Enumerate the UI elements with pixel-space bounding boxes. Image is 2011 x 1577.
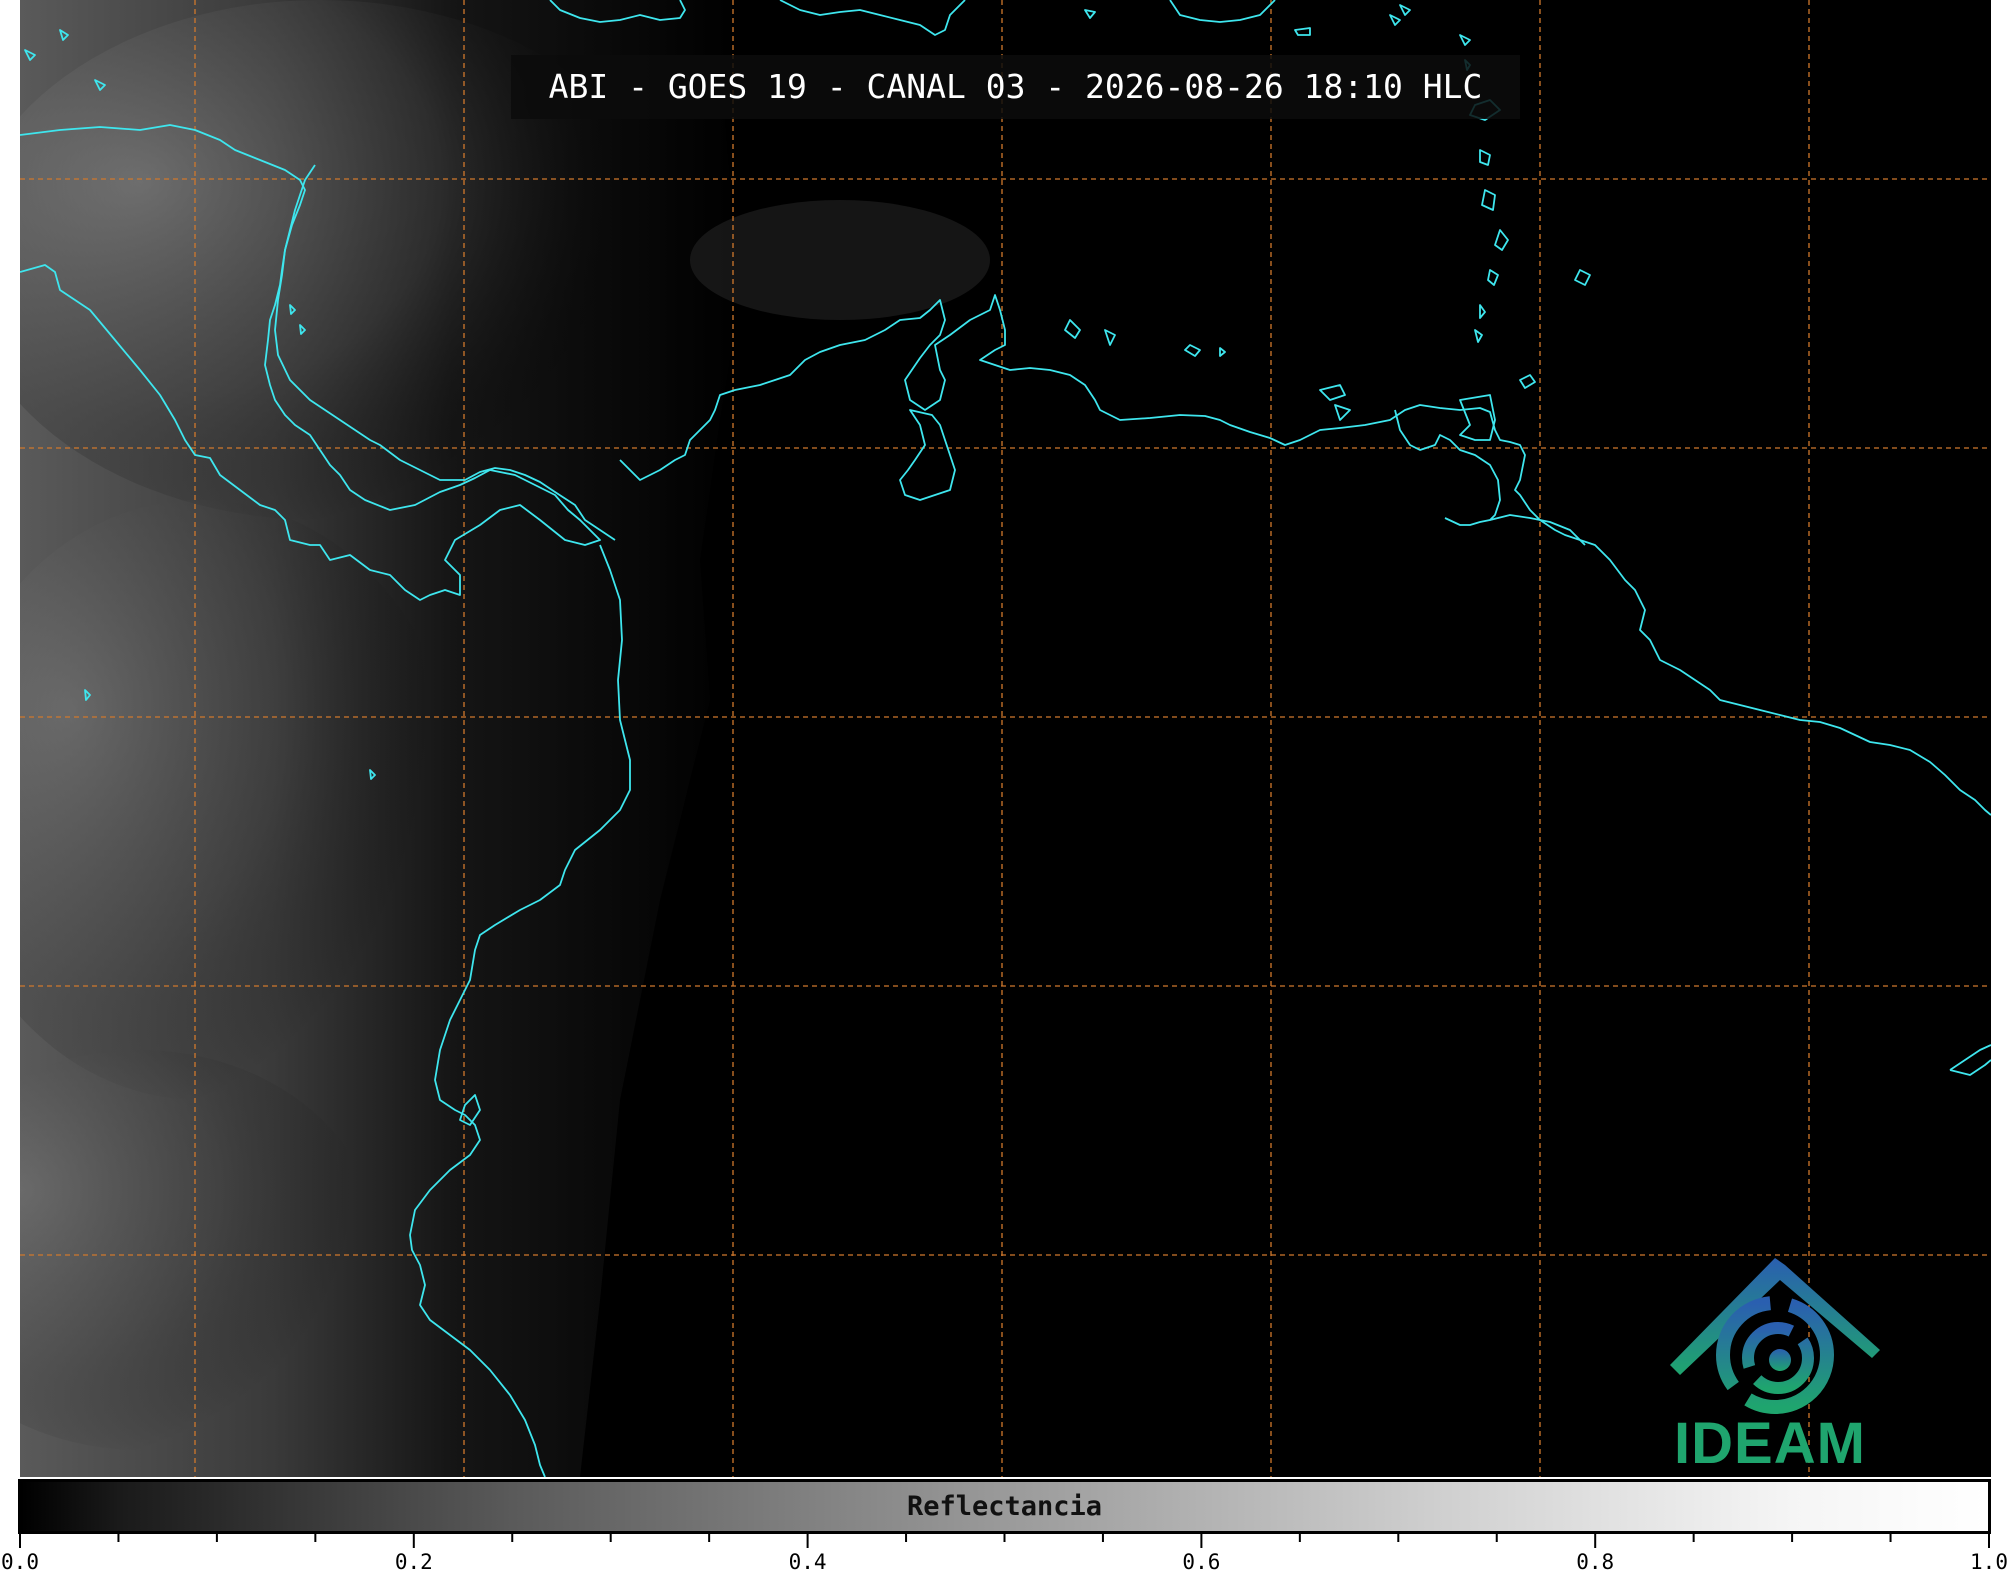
colorbar-tick-label: 0.0 (1, 1550, 39, 1574)
coastline-colombia-caribbean (619, 294, 1991, 816)
map-title: ABI - GOES 19 - CANAL 03 - 2026-08-26 18… (548, 67, 1483, 106)
colorbar-tick-label: 1.0 (1970, 1550, 2008, 1574)
colorbar-label: Reflectancia (906, 1491, 1103, 1522)
ideam-logo: IDEAM (1650, 1250, 1890, 1476)
coastline-aruba-curacao (1064, 319, 1351, 421)
cloud-mass (690, 200, 990, 320)
colorbar: Reflectancia (18, 1479, 1991, 1534)
colorbar-tick-label: 0.6 (1182, 1550, 1221, 1574)
colorbar-tick-label: 0.2 (394, 1550, 433, 1574)
ideam-swirl-logo-icon (1670, 1258, 1880, 1414)
logo-text: IDEAM (1674, 1411, 1866, 1476)
coastline-hispaniola (779, 0, 966, 36)
coastline-puerto-rico (1169, 0, 1276, 23)
colorbar-tick-label: 0.8 (1576, 1550, 1615, 1574)
colorbar-tick-label: 0.4 (788, 1550, 827, 1574)
coastline-island (1574, 269, 1591, 286)
coastline-gulf-paria (1394, 409, 1501, 526)
coastline-amazon (1949, 1044, 1991, 1076)
coastline-trinidad (1459, 394, 1496, 441)
coastline-islet (1084, 4, 1411, 36)
coastline-lake-maracaibo (899, 409, 956, 501)
coastline-delta (1489, 514, 1586, 546)
